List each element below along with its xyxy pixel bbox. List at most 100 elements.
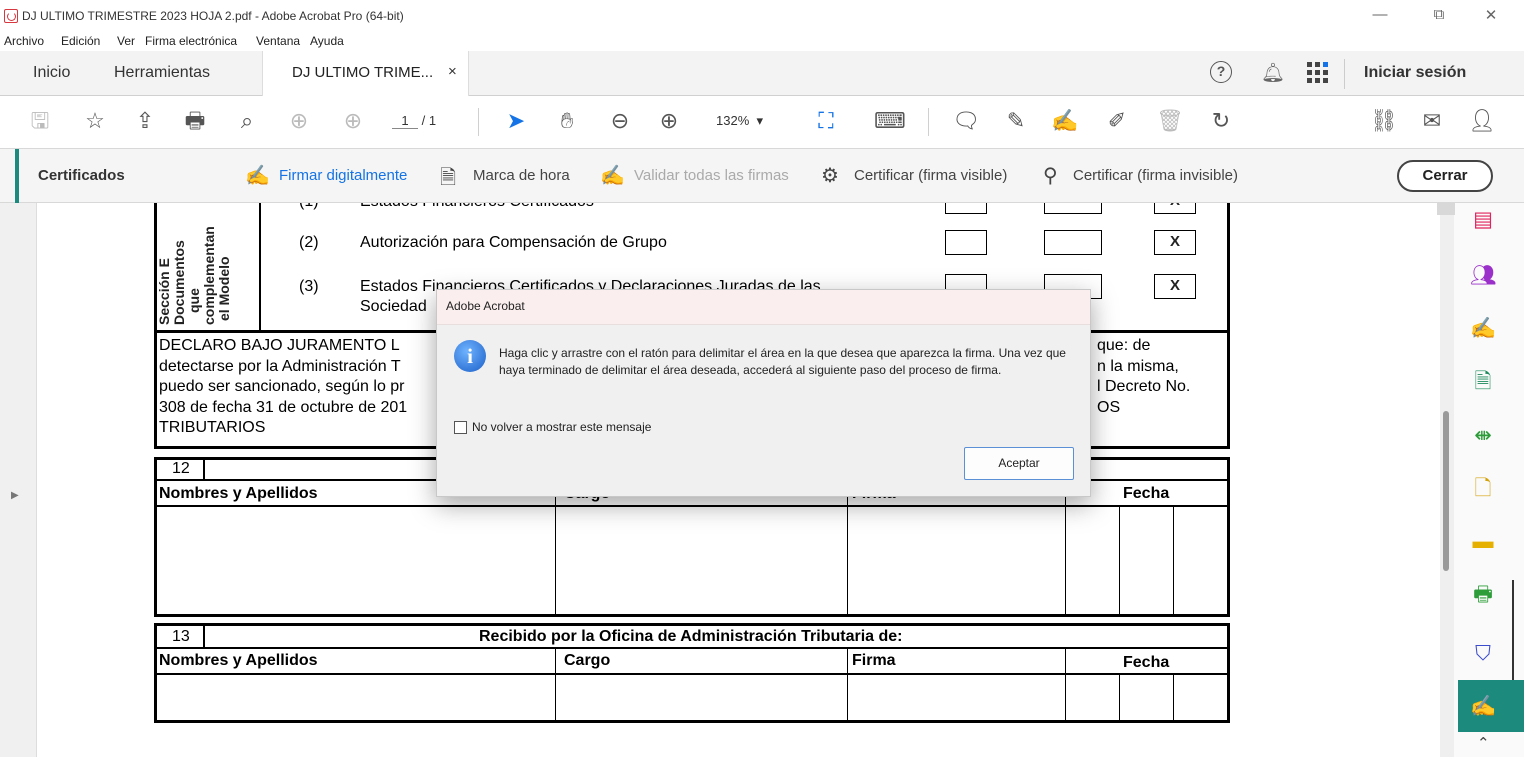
organize-pages-icon[interactable]: ▤: [1470, 207, 1496, 233]
sign-digitally-button[interactable]: Firmar digitalmente: [279, 167, 407, 184]
expand-panel-icon[interactable]: ▶: [11, 490, 19, 501]
timestamp-icon: 🗎︎: [440, 167, 457, 189]
timestamp-button[interactable]: Marca de hora: [473, 167, 570, 184]
hand-icon[interactable]: ✋︎: [553, 108, 581, 134]
signin-button[interactable]: Iniciar sesión: [1364, 64, 1466, 82]
dialog-message: Haga clic y arrastre con el ratón para d…: [499, 346, 1066, 377]
restore-button[interactable]: ⧉: [1428, 6, 1450, 23]
dont-show-again-checkbox[interactable]: [454, 421, 467, 434]
menu-ventana[interactable]: Ventana: [256, 34, 300, 48]
declaration-line: DECLARO BAJO JURAMENTO L: [159, 337, 400, 354]
row-text: Estados Financieros Certificados: [360, 203, 594, 211]
declaration-line: detectarse por la Administración T: [159, 357, 401, 375]
block-13-title: Recibido por la Oficina de Administració…: [479, 628, 903, 645]
divider: [1344, 59, 1345, 89]
menu-ayuda[interactable]: Ayuda: [310, 34, 344, 48]
print-production-icon[interactable]: 🖶︎: [1470, 582, 1496, 608]
close-certificates-button[interactable]: Cerrar: [1397, 160, 1493, 192]
certificates-label: Certificados: [38, 167, 125, 184]
rotate-icon[interactable]: ↻: [1207, 108, 1235, 134]
save-icon[interactable]: 🖫︎: [26, 108, 54, 134]
section-label-line: Documentos: [171, 240, 187, 325]
declaration-line: que: de: [1097, 337, 1151, 354]
tab-herramientas[interactable]: Herramientas: [114, 64, 210, 82]
delete-icon[interactable]: 🗑︎: [1156, 108, 1184, 134]
collapse-rail-icon[interactable]: ⌃: [1477, 734, 1490, 752]
declaration-line: puedo ser sancionado, según lo pr: [159, 378, 405, 395]
edit-icon[interactable]: ✐: [1103, 108, 1131, 134]
tab-document[interactable]: DJ ULTIMO TRIME... ×: [262, 51, 469, 96]
declaration-line: n la misma,: [1097, 357, 1179, 375]
tab-inicio[interactable]: Inicio: [33, 64, 70, 82]
tab-document-label: DJ ULTIMO TRIME...: [292, 64, 434, 81]
highlight-icon[interactable]: ✎: [1002, 108, 1030, 134]
link-icon[interactable]: ⛓: [1370, 108, 1398, 134]
zoom-in-icon[interactable]: ⊕: [655, 108, 683, 134]
zoom-level[interactable]: 132% ▾: [716, 113, 763, 129]
protect-icon[interactable]: ⛉: [1470, 641, 1496, 667]
adobe-acrobat-dialog: Adobe Acrobat i Haga clic y arrastre con…: [436, 289, 1091, 497]
checkbox-cell: [1044, 203, 1102, 214]
row-num: (3): [299, 278, 319, 295]
fill-sign-icon[interactable]: ✍: [1470, 316, 1496, 342]
zoom-value: 132%: [716, 113, 750, 128]
row-num: (1): [299, 203, 319, 211]
declaration-line: TRIBUTARIOS: [159, 419, 266, 436]
select-arrow-icon[interactable]: ➤: [502, 108, 530, 134]
close-window-button[interactable]: ✕: [1480, 6, 1502, 24]
page-down-icon[interactable]: ⊕: [339, 108, 367, 134]
keyboard-icon[interactable]: ⌨: [874, 108, 906, 134]
print-icon[interactable]: 🖶︎: [181, 108, 209, 134]
separator: [478, 108, 479, 136]
accent-bar: [15, 149, 19, 203]
certify-visible-button[interactable]: Certificar (firma visible): [854, 167, 1007, 184]
checkbox-cell: X: [1154, 230, 1196, 255]
create-pdf-icon[interactable]: 🗋︎: [1470, 476, 1496, 502]
tab-bar: Inicio Herramientas DJ ULTIMO TRIME... ×…: [0, 51, 1524, 96]
sign-icon[interactable]: ✍: [1051, 108, 1079, 134]
bell-icon[interactable]: 🔔︎: [1261, 61, 1285, 85]
main-toolbar: 🖫︎ ☆ ⇪ 🖶︎ ⌕ ⊕ ⊕ 1 / 1 ➤ ✋︎ ⊖ ⊕ 132% ▾ ⛶ …: [0, 96, 1524, 149]
page-up-icon[interactable]: ⊕: [285, 108, 313, 134]
export-pdf-icon[interactable]: 🗎︎: [1470, 369, 1496, 395]
dont-show-again-label[interactable]: No volver a mostrar este mensaje: [472, 420, 651, 434]
info-icon: i: [454, 340, 486, 372]
tab-close-icon[interactable]: ×: [448, 63, 457, 80]
star-icon[interactable]: ☆: [81, 108, 109, 134]
page-number-input[interactable]: 1: [392, 113, 418, 129]
add-user-icon[interactable]: 👤︎: [1468, 108, 1496, 134]
menu-ver[interactable]: Ver: [117, 34, 135, 48]
menu-firma-electronica[interactable]: Firma electrónica: [145, 34, 237, 48]
menu-archivo[interactable]: Archivo: [4, 34, 44, 48]
row-num: (2): [299, 234, 319, 251]
section-label-line: Sección E: [156, 258, 172, 325]
certificates-icon[interactable]: ✍: [1470, 694, 1496, 720]
comment-icon[interactable]: ▬: [1470, 529, 1496, 555]
menu-edicion[interactable]: Edición: [61, 34, 100, 48]
scrollbar-thumb[interactable]: [1443, 411, 1449, 571]
checkbox-cell: X: [1154, 203, 1196, 214]
section-label-line: que: [186, 288, 202, 313]
mail-icon[interactable]: ✉: [1418, 108, 1446, 134]
validate-signatures-button[interactable]: Validar todas las firmas: [634, 167, 789, 184]
declaration-line: OS: [1097, 398, 1121, 416]
dialog-title: Adobe Acrobat: [446, 299, 525, 313]
apps-grid-icon[interactable]: [1307, 62, 1329, 84]
fit-page-icon[interactable]: ⛶: [812, 108, 840, 134]
cloud-upload-icon[interactable]: ⇪: [131, 108, 159, 134]
section-label-line: el Modelo: [216, 256, 232, 321]
search-icon[interactable]: ⌕: [233, 108, 261, 134]
certificates-toolbar: Certificados ✍ Firmar digitalmente 🗎︎ Ma…: [0, 149, 1524, 203]
dialog-titlebar: Adobe Acrobat: [437, 290, 1090, 325]
request-signature-icon[interactable]: 👥︎: [1470, 263, 1497, 289]
help-icon[interactable]: ?: [1210, 61, 1232, 83]
accept-button[interactable]: Aceptar: [964, 447, 1074, 480]
sign-digitally-icon: ✍: [245, 165, 270, 187]
certify-invisible-button[interactable]: Certificar (firma invisible): [1073, 167, 1238, 184]
zoom-out-icon[interactable]: ⊖: [606, 108, 634, 134]
menu-bar: Archivo Edición Ver Firma electrónica Ve…: [0, 33, 1524, 51]
compress-icon[interactable]: ⇼: [1470, 423, 1496, 449]
minimize-button[interactable]: —: [1369, 6, 1391, 23]
declaration-line: l Decreto No.: [1097, 378, 1191, 395]
comment-icon[interactable]: 🗨︎: [952, 108, 980, 134]
